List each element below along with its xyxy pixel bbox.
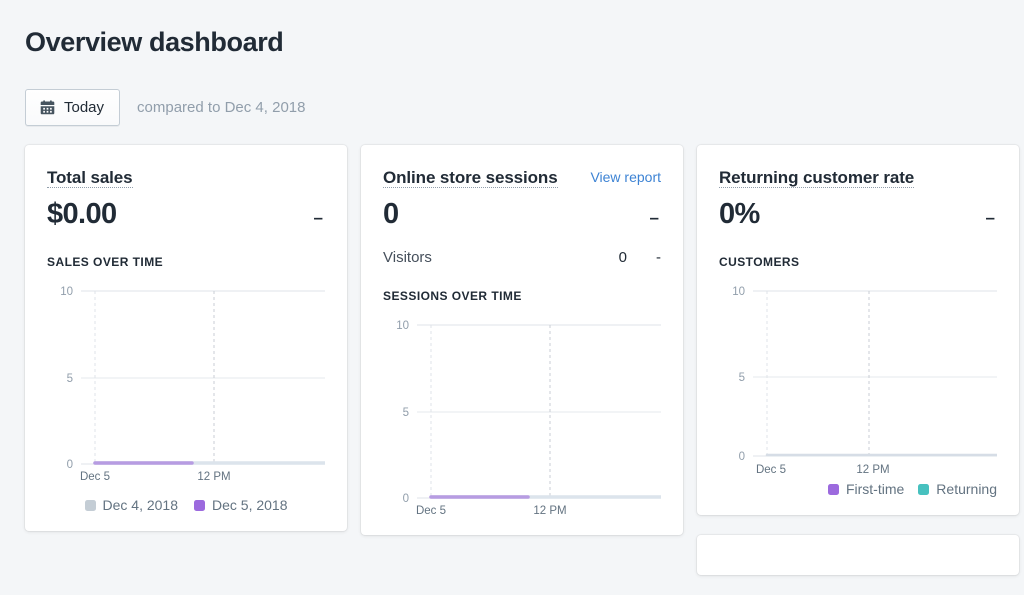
- svg-text:0: 0: [67, 459, 73, 471]
- chart-sales-over-time[interactable]: 10 5 0 Dec 5 12 PM Dec 4, 2018 Dec 5, 20…: [47, 283, 325, 513]
- svg-text:Dec 5: Dec 5: [80, 471, 110, 483]
- section-label-sales-over-time: Sales over time: [47, 255, 164, 269]
- card-title-wrap: Online store sessions: [383, 165, 558, 190]
- column-2: Online store sessions View report 0 – Vi…: [361, 145, 683, 535]
- card-title-returning-customer-rate[interactable]: Returning customer rate: [719, 168, 914, 188]
- legend-label: Dec 5, 2018: [212, 497, 288, 513]
- compared-to-text: compared to Dec 4, 2018: [137, 99, 306, 116]
- svg-text:0: 0: [739, 451, 745, 463]
- svg-text:10: 10: [732, 286, 745, 298]
- legend-swatch-icon: [827, 483, 839, 495]
- card-header: Returning customer rate: [719, 165, 997, 190]
- svg-text:12 PM: 12 PM: [197, 471, 230, 483]
- card-online-store-sessions: Online store sessions View report 0 – Vi…: [361, 145, 683, 535]
- metric-row: 0% –: [719, 196, 997, 232]
- card-header: Online store sessions View report: [383, 165, 661, 190]
- legend-item[interactable]: Dec 4, 2018: [84, 497, 179, 513]
- card-title-wrap: Returning customer rate: [719, 165, 914, 190]
- card-title-online-store-sessions[interactable]: Online store sessions: [383, 168, 558, 188]
- date-range-button[interactable]: Today: [25, 89, 121, 126]
- legend-label: Returning: [936, 481, 997, 497]
- view-report-link[interactable]: View report: [590, 165, 661, 189]
- legend-item[interactable]: Returning: [918, 481, 997, 497]
- column-1: Total sales $0.00 – Sales over time: [25, 145, 347, 531]
- page-title: Overview dashboard: [25, 27, 284, 57]
- svg-text:5: 5: [739, 372, 745, 384]
- legend-customers: First-time Returning: [719, 481, 997, 497]
- card-title-total-sales[interactable]: Total sales: [47, 168, 133, 188]
- metric-delta-returning-rate: –: [985, 208, 995, 227]
- svg-text:12 PM: 12 PM: [856, 464, 889, 473]
- legend-item[interactable]: Dec 5, 2018: [194, 497, 288, 513]
- svg-text:5: 5: [67, 373, 73, 385]
- chart-customers[interactable]: 10 5 0 Dec 5 12 PM First-time Returning: [719, 283, 997, 497]
- svg-text:Dec 5: Dec 5: [756, 464, 786, 473]
- svg-text:5: 5: [403, 407, 409, 419]
- calendar-icon: [39, 99, 56, 116]
- card-title-wrap: Total sales: [47, 165, 133, 190]
- overview-dashboard-page: Overview dashboard Today compared to Dec…: [0, 0, 1024, 595]
- card-next-partial: [697, 535, 1019, 575]
- section-label-sessions-over-time: Sessions over time: [383, 289, 522, 303]
- sub-metric-label: Visitors: [383, 249, 432, 266]
- column-3: Returning customer rate 0% – Customers: [697, 145, 1019, 575]
- card-header: Total sales: [47, 165, 325, 190]
- svg-text:0: 0: [403, 493, 409, 505]
- date-range-label: Today: [64, 99, 105, 116]
- svg-text:Dec 5: Dec 5: [416, 505, 446, 517]
- sub-metric-visitors: Visitors 0 -: [383, 249, 661, 266]
- metric-row: 0 –: [383, 196, 661, 232]
- legend-label: Dec 4, 2018: [102, 497, 179, 513]
- svg-text:12 PM: 12 PM: [533, 505, 566, 517]
- metric-delta-sessions: –: [649, 208, 659, 227]
- card-grid: Total sales $0.00 – Sales over time: [25, 145, 1019, 575]
- section-label-customers: Customers: [719, 255, 800, 269]
- metric-value-sessions: 0: [383, 198, 399, 230]
- metric-value-returning-rate: 0%: [719, 198, 760, 230]
- sub-metric-delta: -: [656, 249, 661, 266]
- metric-value-total-sales: $0.00: [47, 198, 117, 230]
- card-returning-customer-rate: Returning customer rate 0% – Customers: [697, 145, 1019, 515]
- legend-label: First-time: [845, 481, 905, 497]
- legend-swatch-icon: [194, 499, 205, 511]
- legend-swatch-icon: [84, 499, 96, 511]
- legend-item[interactable]: First-time: [827, 481, 905, 497]
- sub-metric-value: 0: [618, 249, 627, 266]
- chart-sessions-over-time[interactable]: 10 5 0 Dec 5 12 PM: [383, 317, 661, 517]
- metric-row: $0.00 –: [47, 196, 325, 232]
- legend-swatch-icon: [918, 483, 930, 495]
- svg-text:10: 10: [396, 320, 409, 332]
- card-total-sales: Total sales $0.00 – Sales over time: [25, 145, 347, 531]
- metric-delta-total-sales: –: [313, 208, 323, 227]
- date-range-row: Today compared to Dec 4, 2018: [25, 89, 305, 126]
- svg-text:10: 10: [60, 286, 73, 298]
- legend-sales-over-time: Dec 4, 2018 Dec 5, 2018: [47, 497, 325, 513]
